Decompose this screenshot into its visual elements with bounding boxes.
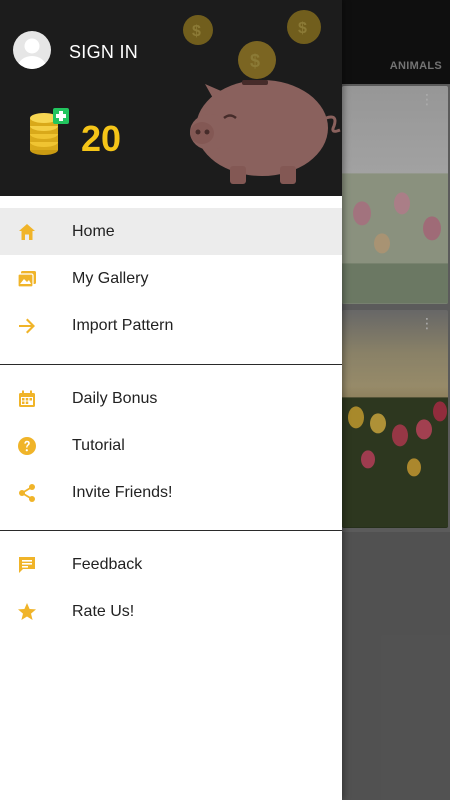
menu-item-label: Invite Friends! (72, 483, 173, 501)
svg-text:$: $ (192, 23, 201, 40)
user-icon (18, 38, 46, 69)
avatar[interactable] (13, 31, 51, 69)
piggy-bank-illustration: $ $ $ (183, 10, 341, 184)
menu-item-label: Rate Us! (72, 602, 135, 620)
menu-item-home[interactable]: Home (0, 208, 342, 255)
menu-item-label: Home (72, 222, 115, 240)
drawer-menu: Home My Gallery Import Pattern Daily Bon… (0, 196, 342, 635)
coin-balance: 20 (81, 118, 122, 159)
menu-item-daily-bonus[interactable]: Daily Bonus (0, 375, 342, 422)
sign-in-button[interactable]: SIGN IN (69, 42, 138, 63)
star-icon (17, 602, 37, 622)
menu-item-feedback[interactable]: Feedback (0, 541, 342, 588)
menu-item-label: Daily Bonus (72, 389, 158, 407)
gallery-icon (17, 269, 37, 289)
menu-item-label: My Gallery (72, 269, 149, 287)
menu-item-rate-us[interactable]: Rate Us! (0, 588, 342, 635)
menu-item-label: Feedback (72, 555, 143, 573)
menu-item-my-gallery[interactable]: My Gallery (0, 255, 342, 302)
svg-text:$: $ (298, 20, 307, 37)
menu-item-tutorial[interactable]: Tutorial (0, 422, 342, 469)
calendar-icon (17, 389, 37, 409)
svg-text:$: $ (250, 51, 260, 71)
feedback-icon (17, 555, 37, 575)
arrow-right-icon (17, 316, 37, 336)
navigation-drawer: $ $ $ SIGN IN 20 Home My Gallery Import … (0, 0, 342, 800)
help-icon (17, 436, 37, 456)
home-icon (17, 222, 37, 242)
share-icon (17, 483, 37, 503)
coins-add-icon[interactable] (28, 108, 70, 156)
drawer-header: $ $ $ SIGN IN 20 (0, 0, 342, 196)
menu-item-import-pattern[interactable]: Import Pattern (0, 302, 342, 349)
menu-item-label: Import Pattern (72, 316, 174, 334)
menu-item-label: Tutorial (72, 436, 125, 454)
menu-item-invite-friends[interactable]: Invite Friends! (0, 469, 342, 516)
